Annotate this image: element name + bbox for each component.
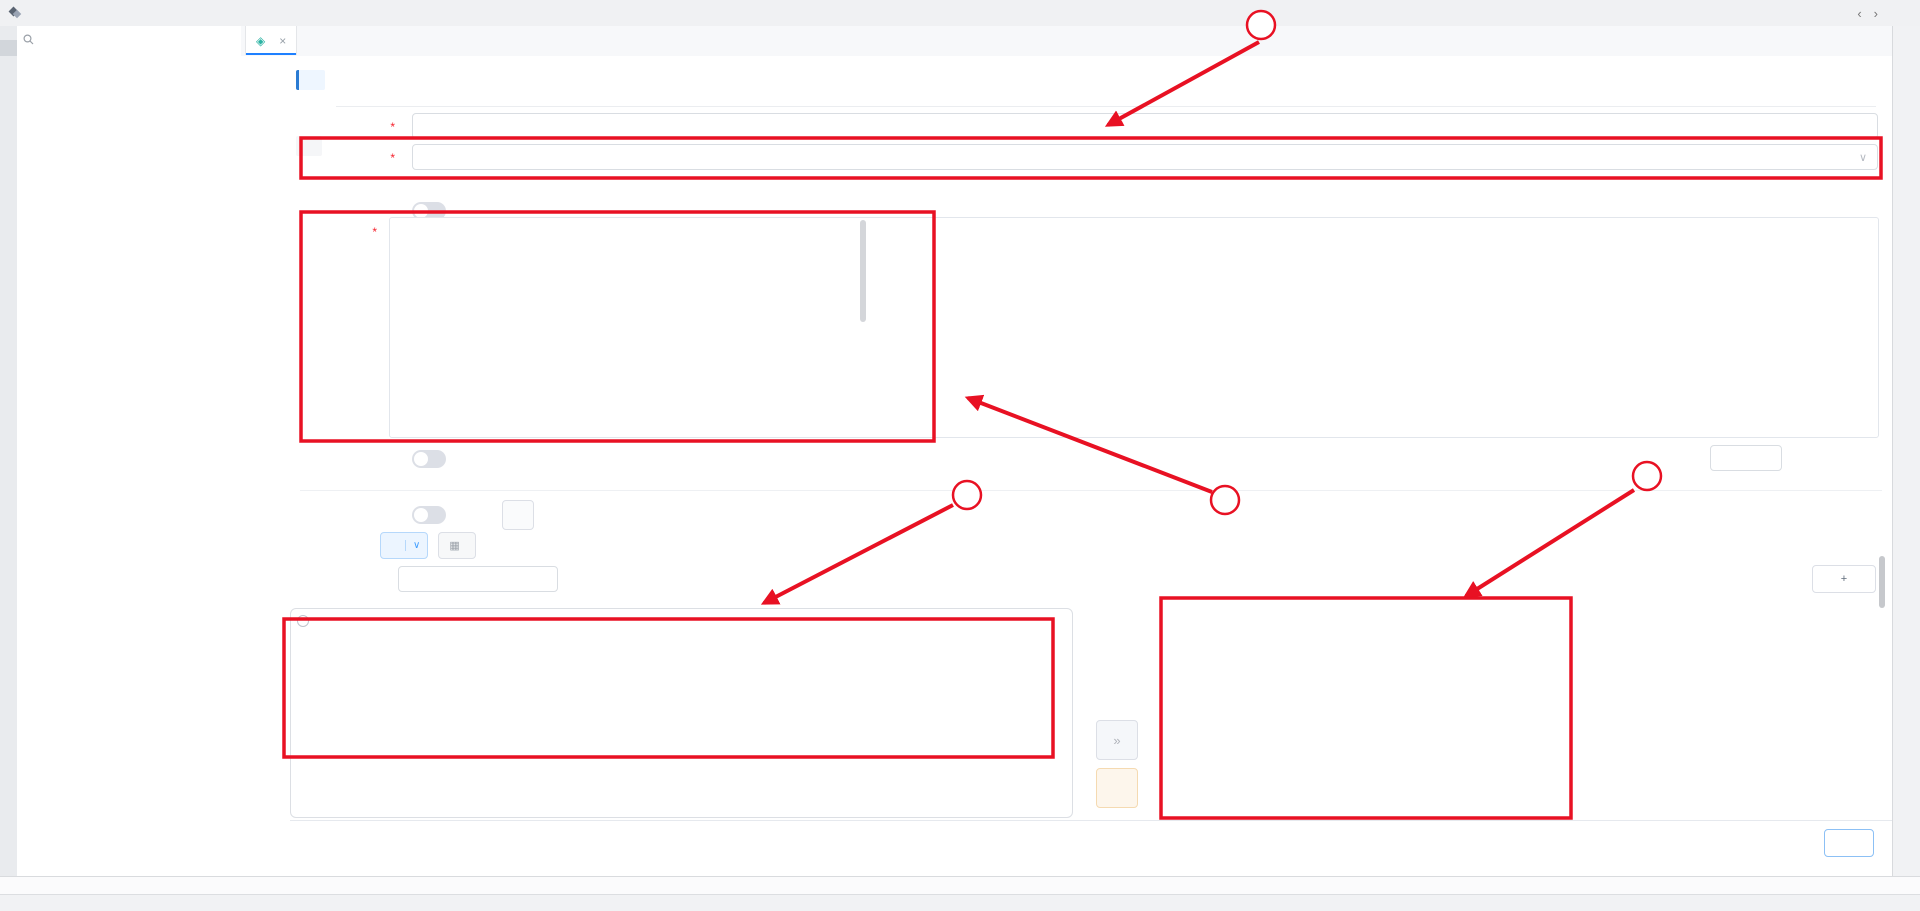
dataset-editor-panel: ∨: [290, 56, 1892, 876]
save-button[interactable]: [1824, 829, 1874, 857]
panel-footer: [290, 820, 1892, 873]
field-chips-container: [290, 608, 1073, 818]
dimension-tree: [1170, 602, 1590, 820]
nav-forward-icon[interactable]: ›: [1874, 6, 1878, 21]
query-label: [290, 224, 380, 239]
tab-dataset[interactable]: ◈ ×: [245, 26, 297, 55]
status-bar: [0, 894, 1920, 911]
left-rail: [0, 26, 18, 876]
load-columns-button[interactable]: ∨: [380, 532, 428, 559]
chevron-down-icon[interactable]: ∨: [405, 540, 427, 551]
sql-editor[interactable]: [389, 217, 1879, 438]
required-asterisk: [390, 150, 398, 165]
header-divider: [336, 106, 1876, 107]
nav-back-icon[interactable]: ‹: [1857, 6, 1861, 21]
preview-data-button[interactable]: ▦: [438, 532, 475, 559]
sidebar-search-bar: [17, 26, 242, 57]
interval-input[interactable]: [398, 566, 558, 592]
move-right-button[interactable]: »: [1096, 720, 1138, 760]
variable-declare-button[interactable]: [502, 500, 534, 530]
resource-tree-panel: [17, 56, 291, 876]
panel-scrollbar[interactable]: [1879, 556, 1885, 608]
dataset-name-input[interactable]: [412, 113, 1878, 139]
required-asterisk: [372, 224, 380, 239]
select-all-radio[interactable]: [297, 615, 309, 627]
close-tab-icon[interactable]: ×: [279, 34, 286, 48]
field-wrap-input[interactable]: [1710, 445, 1782, 471]
title-bar: ‹ ›: [0, 0, 1920, 27]
resources-rail-tab[interactable]: [0, 40, 17, 56]
grid-icon: ▦: [449, 539, 459, 552]
primeton-ide-window: ‹ › ◈ ×: [0, 0, 1920, 911]
use-cache-toggle[interactable]: [412, 450, 446, 468]
datasource-label: [306, 150, 398, 165]
editor-scrollbar[interactable]: [860, 220, 866, 322]
dataset-name-label: [306, 119, 398, 134]
tab-dataset-vertical[interactable]: [296, 70, 325, 90]
search-icon: [23, 32, 34, 50]
datasource-select[interactable]: ∨: [412, 144, 1878, 170]
remove-dimension-button[interactable]: [1096, 768, 1138, 808]
permission-button[interactable]: +: [1812, 565, 1876, 593]
dataset-icon: ◈: [256, 34, 265, 48]
right-rail: [1892, 26, 1920, 911]
chart-expression-toggle[interactable]: [412, 506, 446, 524]
section-divider: [300, 490, 1882, 491]
chevron-down-icon: ∨: [1859, 151, 1867, 164]
document-tab-bar: ◈ ×: [241, 26, 1892, 57]
required-asterisk: [390, 119, 398, 134]
app-logo-icon: [8, 6, 22, 20]
bottom-panel-bar: [0, 876, 1920, 894]
